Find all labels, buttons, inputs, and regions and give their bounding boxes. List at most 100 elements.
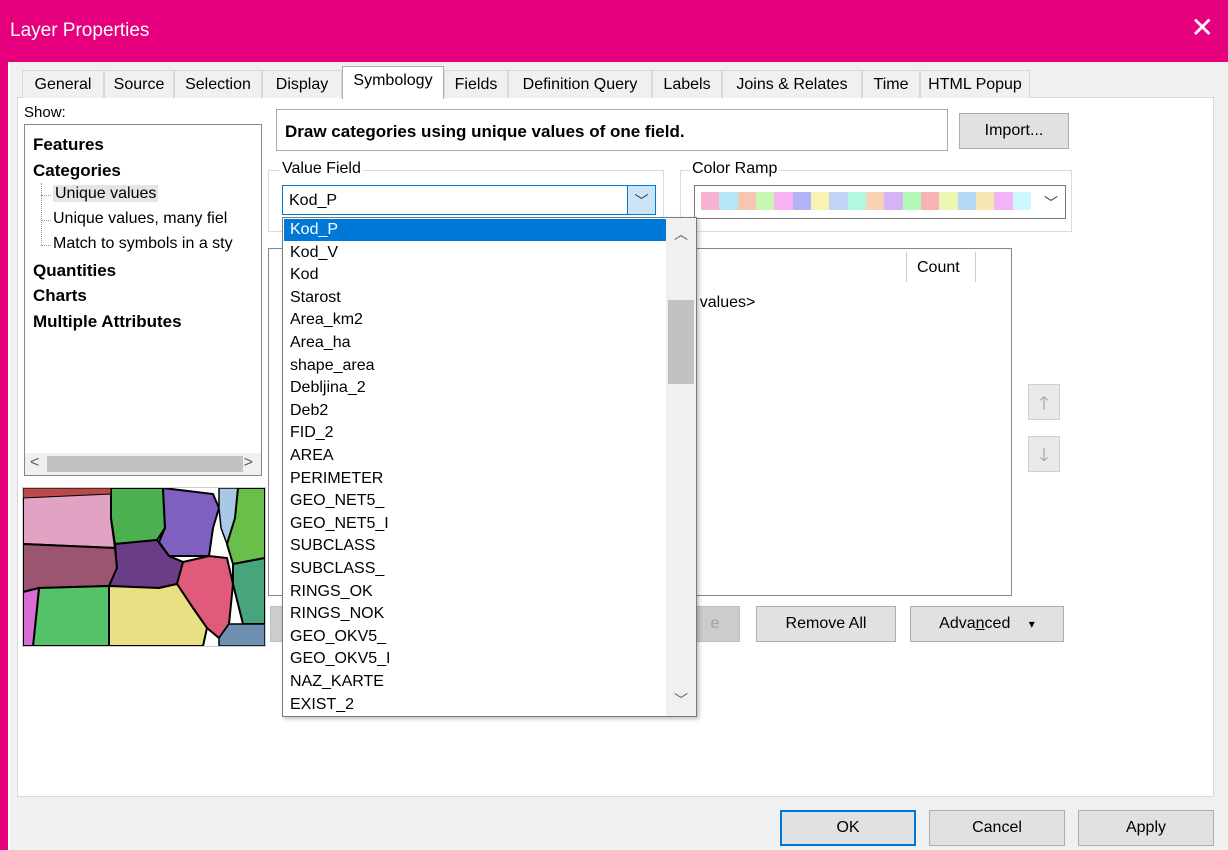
scroll-up-icon[interactable]: ︿	[674, 224, 688, 244]
dropdown-vertical-scrollbar[interactable]: ︿ ﹀	[666, 218, 696, 716]
scroll-left-icon[interactable]: <	[30, 454, 39, 472]
move-down-button[interactable]: 🡓	[1028, 436, 1060, 472]
color-ramp-swatch	[701, 192, 720, 210]
tree-connector	[41, 195, 51, 196]
chevron-down-icon[interactable]: ﹀	[627, 186, 655, 214]
color-ramp-swatch	[829, 192, 849, 210]
tree-connector	[41, 220, 51, 221]
dropdown-option[interactable]: RINGS_NOK	[284, 603, 666, 625]
dropdown-option[interactable]: GEO_NET5_I	[284, 513, 666, 535]
color-ramp-swatch	[976, 192, 995, 210]
dropdown-option[interactable]: SUBCLASS	[284, 535, 666, 557]
scrollbar-thumb[interactable]	[668, 300, 694, 384]
map-preview-image	[22, 486, 266, 647]
color-ramp-swatch	[994, 192, 1014, 210]
tree-item-quantities[interactable]: Quantities	[33, 261, 116, 281]
tree-item-unique-values-many-fields[interactable]: Unique values, many fiel	[53, 210, 227, 228]
dropdown-option[interactable]: Kod	[284, 264, 666, 286]
tab-time[interactable]: Time	[862, 70, 920, 98]
dropdown-option[interactable]: FID_2	[284, 422, 666, 444]
tab-source[interactable]: Source	[104, 70, 174, 98]
all-other-values-row[interactable]: r values>	[690, 294, 755, 312]
dropdown-option[interactable]: RINGS_OK	[284, 581, 666, 603]
color-ramp-swatch	[1012, 192, 1032, 210]
tab-html-popup[interactable]: HTML Popup	[920, 70, 1030, 98]
tree-item-multiple-attributes[interactable]: Multiple Attributes	[33, 312, 182, 332]
tab-fields[interactable]: Fields	[444, 70, 508, 98]
dropdown-option[interactable]: EXIST_2	[284, 694, 666, 716]
advanced-label-end: ced	[984, 615, 1011, 632]
close-icon[interactable]: ✕	[1191, 14, 1214, 42]
tab-selection[interactable]: Selection	[174, 70, 262, 98]
title-bar: Layer Properties ✕	[0, 0, 1228, 62]
color-ramp-swatch	[719, 192, 739, 210]
show-label: Show:	[24, 104, 66, 121]
color-ramp-swatch	[957, 192, 977, 210]
dropdown-option[interactable]: shape_area	[284, 355, 666, 377]
dropdown-option[interactable]: Area_km2	[284, 309, 666, 331]
tab-definition-query[interactable]: Definition Query	[508, 70, 652, 98]
remove-button-label: e	[710, 615, 720, 632]
show-tree[interactable]: Features Categories Unique values Unique…	[24, 124, 262, 476]
tab-general[interactable]: General	[22, 70, 104, 98]
color-ramp-swatch	[921, 192, 940, 210]
color-ramp-swatch	[811, 192, 830, 210]
scrollbar-thumb[interactable]	[47, 456, 243, 472]
color-ramp-title: Color Ramp	[690, 160, 780, 178]
tree-horizontal-scrollbar[interactable]: < >	[25, 453, 261, 475]
scroll-right-icon[interactable]: >	[244, 454, 253, 472]
tree-item-features[interactable]: Features	[33, 135, 104, 155]
tab-labels[interactable]: Labels	[652, 70, 722, 98]
dropdown-option[interactable]: GEO_OKV5_I	[284, 648, 666, 670]
value-field-select[interactable]: Kod_P ﹀	[282, 185, 656, 215]
renderer-description-text: Draw categories using unique values of o…	[285, 122, 685, 141]
dropdown-option[interactable]: Deb2	[284, 400, 666, 422]
dropdown-option[interactable]: AREA	[284, 445, 666, 467]
count-column-header[interactable]: Count	[906, 252, 976, 282]
dropdown-option[interactable]: SUBCLASS_	[284, 558, 666, 580]
color-ramp-swatch	[847, 192, 867, 210]
dropdown-option[interactable]: NAZ_KARTE	[284, 671, 666, 693]
tree-item-unique-values[interactable]: Unique values	[53, 185, 159, 203]
dropdown-arrow-icon: ▾	[1028, 617, 1035, 631]
color-ramp-swatch	[756, 192, 775, 210]
import-button[interactable]: Import...	[959, 113, 1069, 149]
dropdown-option[interactable]: Starost	[284, 287, 666, 309]
color-ramp-swatch	[737, 192, 757, 210]
tab-joins-relates[interactable]: Joins & Relates	[722, 70, 862, 98]
renderer-description: Draw categories using unique values of o…	[276, 109, 948, 151]
value-field-dropdown-list[interactable]: ︿ ﹀ Kod_P Kod_V Kod Starost Area_km2 Area_ha s…	[282, 217, 697, 717]
advanced-button[interactable]: Advanced ▾	[910, 606, 1064, 642]
color-ramp-swatch	[866, 192, 885, 210]
tree-item-categories[interactable]: Categories	[33, 161, 121, 181]
dropdown-option[interactable]: Area_ha	[284, 332, 666, 354]
dropdown-option[interactable]: Kod_P	[284, 219, 666, 241]
color-ramp-swatch	[884, 192, 904, 210]
dropdown-option[interactable]: PERIMETER	[284, 468, 666, 490]
color-ramp-swatch	[774, 192, 794, 210]
tab-display[interactable]: Display	[262, 70, 342, 98]
dropdown-option[interactable]: Debljina_2	[284, 377, 666, 399]
window-title: Layer Properties	[10, 20, 150, 41]
tree-item-match-to-symbols[interactable]: Match to symbols in a sty	[53, 235, 233, 253]
tree-item-charts[interactable]: Charts	[33, 286, 87, 306]
scroll-down-icon[interactable]: ﹀	[674, 690, 688, 710]
value-field-selected: Kod_P	[289, 192, 338, 209]
tab-symbology[interactable]: Symbology	[342, 66, 444, 99]
color-ramp-swatch	[939, 192, 959, 210]
move-up-button[interactable]: 🡑	[1028, 384, 1060, 420]
remove-all-button[interactable]: Remove All	[756, 606, 896, 642]
dropdown-option[interactable]: Kod_V	[284, 242, 666, 264]
window-frame-inner	[8, 62, 10, 850]
ok-button[interactable]: OK	[780, 810, 916, 846]
color-ramp-swatch	[902, 192, 922, 210]
color-ramp-select[interactable]: ﹀	[694, 185, 1066, 219]
arrow-down-icon: 🡓	[1039, 445, 1049, 465]
dropdown-option[interactable]: GEO_OKV5_	[284, 626, 666, 648]
apply-button[interactable]: Apply	[1078, 810, 1214, 846]
color-ramp-swatch	[792, 192, 812, 210]
chevron-down-icon[interactable]: ﹀	[1037, 186, 1065, 218]
cancel-button[interactable]: Cancel	[929, 810, 1065, 846]
dropdown-option[interactable]: GEO_NET5_	[284, 490, 666, 512]
arrow-up-icon: 🡑	[1039, 393, 1049, 413]
